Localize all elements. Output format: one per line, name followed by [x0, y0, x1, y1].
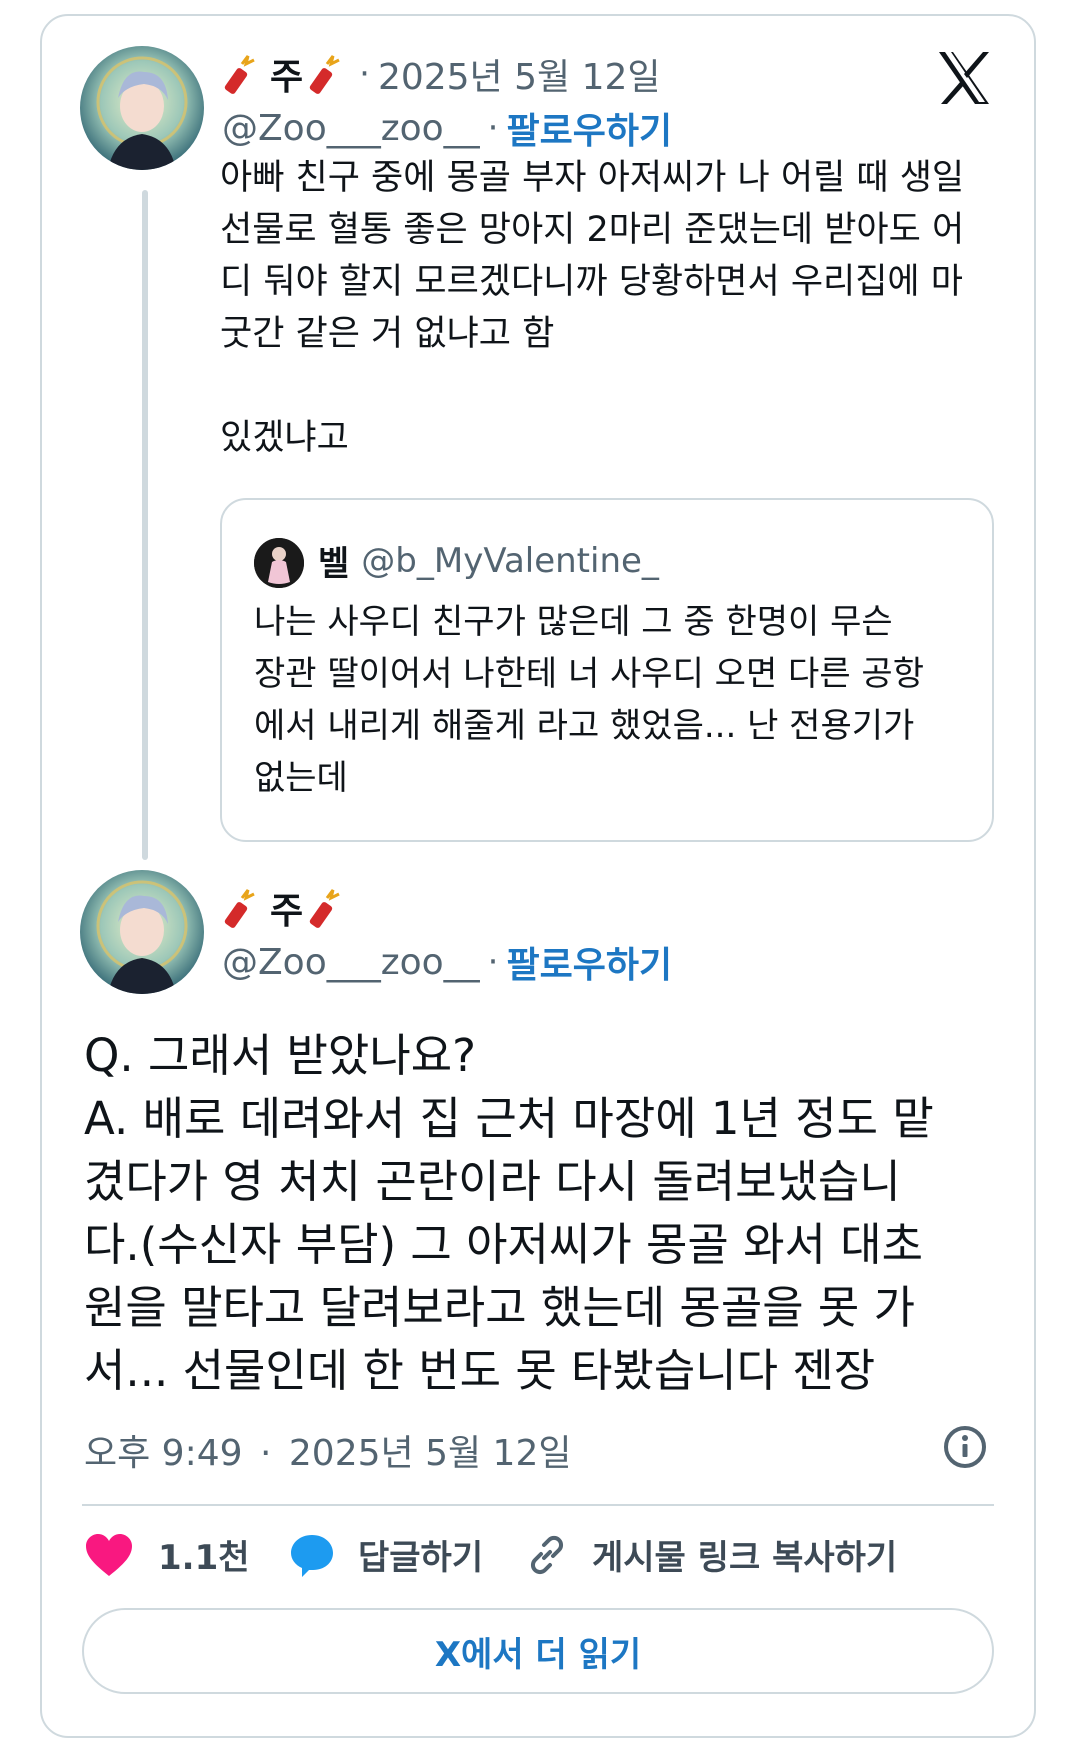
firecracker-emoji — [309, 55, 340, 94]
quote-display-name: 벨 — [318, 544, 350, 584]
info-icon[interactable] — [942, 1424, 988, 1470]
reply-button[interactable]: 답글하기 — [288, 1530, 483, 1579]
link-icon — [530, 1535, 564, 1574]
text-line: 아빠 친구 중에 몽골 부자 아저씨가 나 어릴 때 생일 — [220, 158, 965, 198]
separator-dot: · — [259, 1433, 272, 1474]
tweet2-handle-row: @Zoo___zoo__ · 팔로우하기 — [222, 936, 672, 988]
heart-icon — [86, 1533, 132, 1576]
text-line: 서... 선물인데 한 번도 못 타봤습니다 젠장 — [84, 1344, 876, 1397]
text-line — [220, 360, 1000, 412]
text-line: 에서 내리게 해줄게 라고 했었음... 난 전용기가 — [254, 706, 915, 746]
quoted-tweet[interactable]: 벨 @b_MyValentine_ 나는 사우디 친구가 많은데 그 중 한명이… — [220, 498, 994, 842]
avatar-image — [80, 870, 204, 994]
tweet-date[interactable]: 2025년 5월 12일 — [378, 48, 661, 100]
action-bar: 1.1천 답글하기 게시물 링크 복사하기 — [84, 1530, 1004, 1586]
separator-dot: · — [487, 108, 499, 148]
reply-label: 답글하기 — [358, 1538, 484, 1578]
x-logo-icon[interactable] — [935, 50, 993, 106]
follow-button[interactable]: 팔로우하기 — [506, 936, 672, 988]
text-line: 굿간 같은 거 없냐고 함 — [220, 314, 555, 354]
text-line: 겼다가 영 처치 곤란이라 다시 돌려보냈습니 — [84, 1155, 901, 1208]
text-line: 없는데 — [254, 758, 348, 798]
quote-header: 벨 @b_MyValentine_ — [318, 536, 659, 585]
speech-bubble-icon — [291, 1534, 333, 1577]
firecracker-emoji — [309, 889, 340, 928]
quote-avatar — [254, 538, 304, 588]
text-line: 나는 사우디 친구가 많은데 그 중 한명이 무슨 — [254, 602, 893, 642]
tweet2-text: Q. 그래서 받았나요? A. 배로 데려와서 집 근처 마장에 1년 정도 맡… — [84, 1024, 1004, 1402]
separator-dot: · — [487, 942, 499, 982]
read-more-button[interactable]: X에서 더 읽기 — [82, 1608, 994, 1694]
display-name[interactable]: 주 — [270, 48, 303, 100]
quote-text: 나는 사우디 친구가 많은데 그 중 한명이 무슨 장관 딸이어서 나한테 너 … — [254, 596, 974, 804]
like-count: 1.1천 — [158, 1538, 250, 1578]
thread-connector-line — [142, 190, 148, 860]
tweet-timestamp[interactable]: 오후 9:49 · 2025년 5월 12일 — [84, 1424, 571, 1476]
tweet1-header: 주 · 2025년 5월 12일 — [222, 48, 661, 100]
text-line: 원을 말타고 달려보라고 했는데 몽골을 못 가 — [84, 1281, 916, 1334]
tweet1-handle-row: @Zoo___zoo__ · 팔로우하기 — [222, 102, 672, 154]
text-line: 있겠냐고 — [220, 418, 349, 458]
avatar-image — [80, 46, 204, 170]
text-line: 선물로 혈통 좋은 망아지 2마리 준댔는데 받아도 어 — [220, 210, 965, 250]
text-line: Q. 그래서 받았나요? — [84, 1029, 477, 1082]
copy-link-button[interactable]: 게시물 링크 복사하기 — [524, 1530, 897, 1579]
tweet2-header: 주 — [222, 882, 351, 934]
firecracker-emoji — [224, 55, 255, 94]
avatar[interactable] — [80, 46, 204, 170]
display-name[interactable]: 주 — [270, 882, 303, 934]
like-button[interactable]: 1.1천 — [84, 1530, 250, 1579]
text-line: 다.(수신자 부담) 그 아저씨가 몽골 와서 대초 — [84, 1218, 924, 1271]
tweet-date: 2025년 5월 12일 — [288, 1433, 572, 1474]
quote-handle: @b_MyValentine_ — [361, 540, 659, 581]
separator-dot: · — [359, 54, 370, 94]
tweet-time: 오후 9:49 — [84, 1433, 243, 1474]
text-line: 디 둬야 할지 모르겠다니까 당황하면서 우리집에 마 — [220, 262, 963, 302]
firecracker-emoji — [224, 889, 255, 928]
follow-button[interactable]: 팔로우하기 — [506, 102, 672, 154]
copy-link-label: 게시물 링크 복사하기 — [592, 1538, 898, 1578]
quote-avatar-image — [254, 538, 304, 588]
text-line: A. 배로 데려와서 집 근처 마장에 1년 정도 맡 — [84, 1092, 934, 1145]
divider — [82, 1504, 994, 1506]
user-handle[interactable]: @Zoo___zoo__ — [222, 108, 480, 149]
avatar[interactable] — [80, 870, 204, 994]
text-line: 장관 딸이어서 나한테 너 사우디 오면 다른 공항 — [254, 654, 924, 694]
tweet1-text: 아빠 친구 중에 몽골 부자 아저씨가 나 어릴 때 생일 선물로 혈통 좋은 … — [220, 152, 1000, 464]
user-handle[interactable]: @Zoo___zoo__ — [222, 942, 480, 983]
